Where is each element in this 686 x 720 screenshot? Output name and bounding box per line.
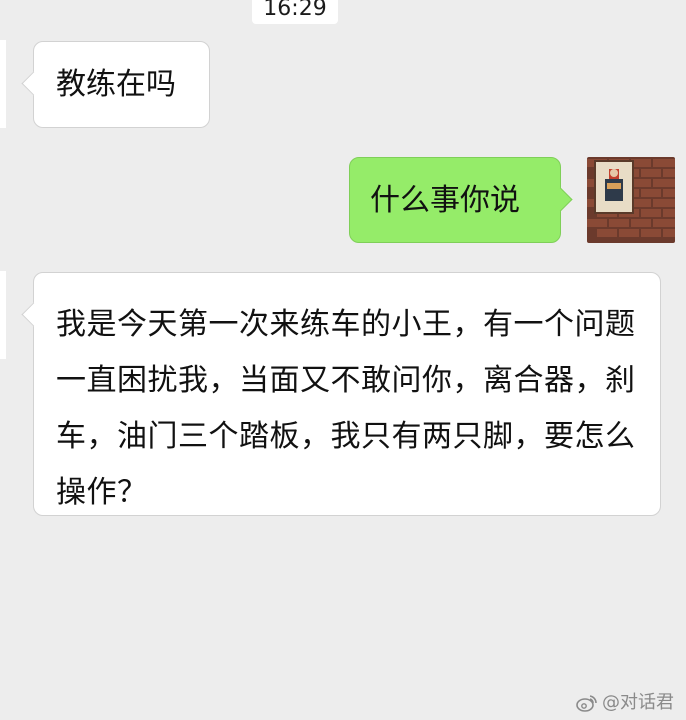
avatar-image [587,157,675,243]
message-timestamp: 16:29 [252,0,338,24]
weibo-icon [576,694,598,712]
message-text: 教练在吗 [56,67,176,102]
contact-avatar[interactable] [0,40,6,128]
incoming-message-bubble[interactable]: 教练在吗 [21,41,210,128]
incoming-message-bubble[interactable]: 我是今天第一次来练车的小王，有一个问题一直困扰我，当面又不敢问你，离合器，刹车，… [21,272,661,516]
message-text: 什么事你说 [370,183,520,218]
message-text: 我是今天第一次来练车的小王，有一个问题一直困扰我，当面又不敢问你，离合器，刹车，… [56,307,636,510]
watermark-text: @对话君 [602,692,674,713]
contact-avatar[interactable] [0,271,6,359]
watermark: @对话君 [576,692,674,714]
outgoing-message-bubble[interactable]: 什么事你说 [349,157,573,243]
self-avatar[interactable] [587,157,675,243]
